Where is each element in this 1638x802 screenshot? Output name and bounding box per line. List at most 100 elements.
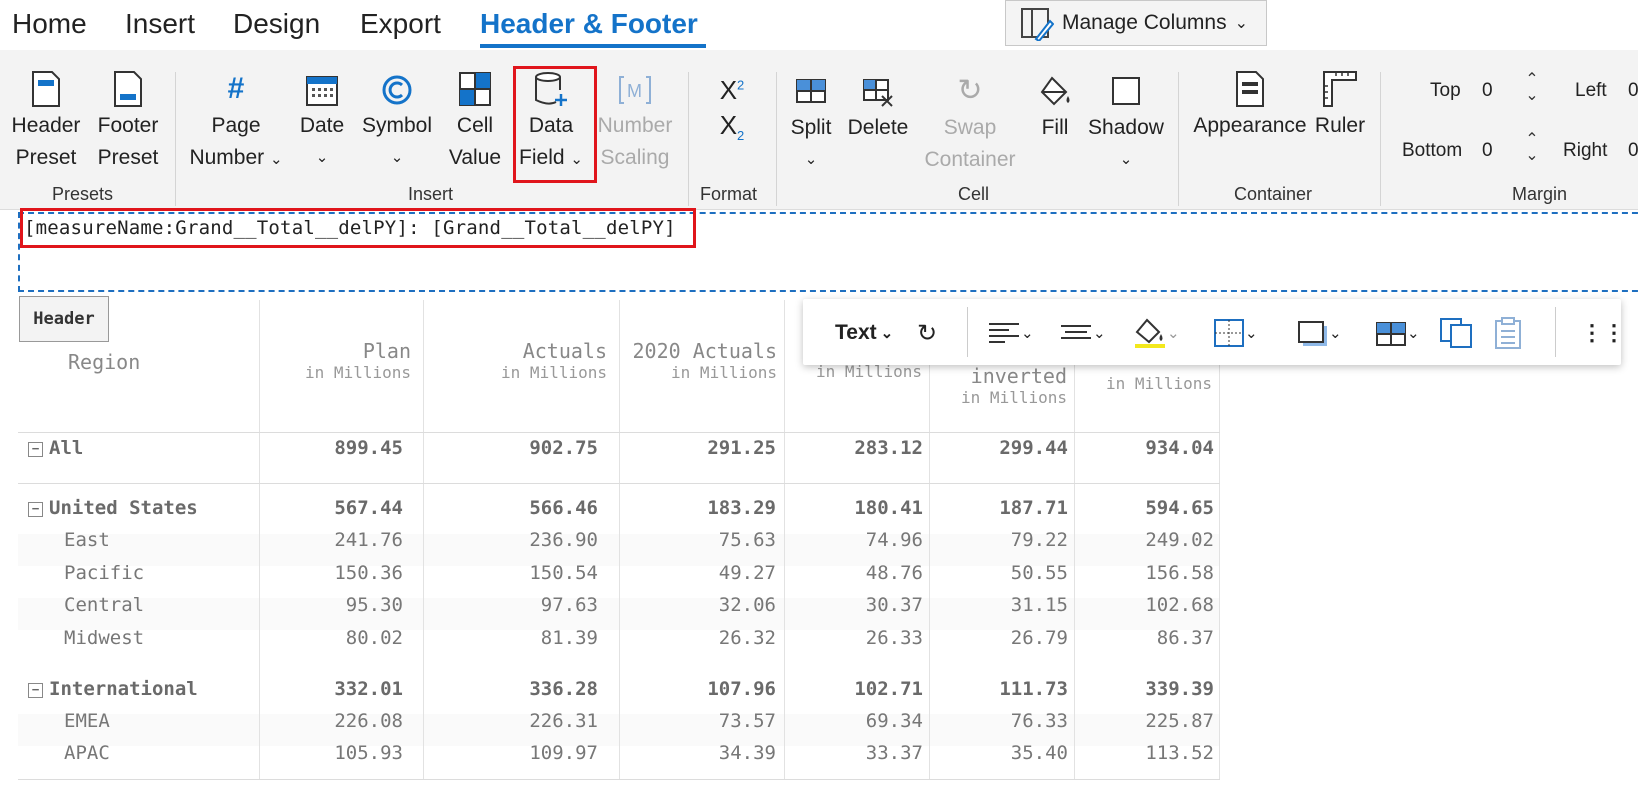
copy-button[interactable] <box>1439 317 1473 349</box>
column-header-inverted[interactable]: inverted in Millions <box>933 364 1067 407</box>
paste-button[interactable] <box>1493 317 1523 349</box>
number-scaling-line2: Scaling <box>600 146 670 169</box>
appearance-button[interactable]: Appearance <box>1190 70 1310 142</box>
row-label: East <box>64 529 110 551</box>
column-divider <box>259 300 260 780</box>
group-label-insert: Insert <box>408 184 454 204</box>
column-divider <box>423 300 424 780</box>
margin-left-input[interactable]: 0 <box>1628 80 1638 102</box>
subscript-button[interactable]: X2 <box>712 108 752 153</box>
fill-button[interactable]: Fill <box>1030 72 1080 144</box>
shadow-dropdown[interactable]: ⌄ <box>1297 317 1342 349</box>
tab-export[interactable]: Export <box>360 8 441 40</box>
tab-home[interactable]: Home <box>12 8 87 40</box>
collapse-icon[interactable]: − <box>28 502 43 517</box>
table-cell: 934.04 <box>1145 437 1214 459</box>
shadow-button[interactable]: Shadow ⌄ <box>1084 72 1168 176</box>
page-number-button[interactable]: # Page Number ⌄ <box>186 70 286 176</box>
split-icon <box>1376 322 1406 346</box>
column-divider <box>1219 300 1220 780</box>
tab-insert[interactable]: Insert <box>125 8 195 40</box>
clipboard-icon <box>1495 317 1521 349</box>
data-table: Region Plan in Millions Actuals in Million… <box>18 300 1220 780</box>
margin-bottom-input[interactable]: 0 <box>1482 140 1493 162</box>
chevron-down-icon: ⌄ <box>1167 325 1180 342</box>
column-header-2020-actuals[interactable]: 2020 Actuals in Millions <box>623 339 778 382</box>
text-type-dropdown[interactable]: Text ⌄ <box>835 317 893 349</box>
drag-handle-icon[interactable]: ⋮⋮ <box>1581 317 1625 349</box>
table-cell: 183.29 <box>707 497 776 519</box>
refresh-icon[interactable]: ↻ <box>917 317 937 349</box>
region-header: Region <box>68 350 141 374</box>
align-left-dropdown[interactable]: ⌄ <box>987 317 1034 349</box>
superscript-button[interactable]: X2 <box>712 68 752 107</box>
collapse-icon[interactable]: − <box>28 683 43 698</box>
table-cell: 35.40 <box>1010 742 1068 764</box>
table-cell: 86.37 <box>1156 627 1214 649</box>
row-label-text: Midwest <box>64 627 145 649</box>
margin-right-input[interactable]: 0 <box>1628 140 1638 162</box>
cell-value-button[interactable]: Cell Value <box>442 70 508 174</box>
chevron-down-icon: ⌄ <box>804 151 818 168</box>
header-tag: Header <box>19 296 109 342</box>
manage-columns-button[interactable]: Manage Columns ⌄ <box>1005 0 1267 46</box>
row-label: − International <box>28 678 198 700</box>
chevron-up-icon[interactable]: ⌃ <box>1522 72 1542 88</box>
table-cell: 32.06 <box>718 594 776 616</box>
symbol-button[interactable]: Symbol ⌄ <box>356 70 438 174</box>
ribbon-separator <box>1178 72 1179 206</box>
header-divider <box>18 432 1220 433</box>
tab-design[interactable]: Design <box>233 8 320 40</box>
cell-value-line2: Value <box>448 146 502 169</box>
margin-top-stepper[interactable]: ⌃ ⌄ <box>1522 72 1542 104</box>
chevron-down-icon: ⌄ <box>390 149 404 166</box>
chevron-down-icon: ⌄ <box>1021 325 1034 342</box>
column-header-plan[interactable]: Plan in Millions <box>263 339 411 382</box>
ruler-button[interactable]: Ruler <box>1312 70 1368 142</box>
split-dropdown[interactable]: ⌄ <box>1375 317 1420 349</box>
cell-value-icon <box>459 72 491 106</box>
table-cell: 566.46 <box>529 497 598 519</box>
column-header-actuals[interactable]: Actuals in Millions <box>427 339 607 382</box>
paint-bucket-icon <box>1040 76 1070 106</box>
table-cell: 109.97 <box>529 742 598 764</box>
swap-container-button[interactable]: ↻ Swap Container <box>920 72 1020 176</box>
subscript-icon: X2 <box>719 110 745 144</box>
manage-columns-label: Manage Columns <box>1062 11 1227 34</box>
tab-header-footer[interactable]: Header & Footer <box>480 8 698 40</box>
header-preset-icon <box>32 71 60 107</box>
table-cell: 49.27 <box>718 562 776 584</box>
table-cell: 226.08 <box>334 710 403 732</box>
cell-value-line1: Cell <box>456 114 494 137</box>
header-preset-button[interactable]: Header Preset <box>6 70 86 174</box>
chevron-down-icon: ⌄ <box>1119 151 1133 168</box>
date-button[interactable]: Date ⌄ <box>296 70 348 174</box>
chevron-down-icon[interactable]: ⌄ <box>1522 88 1542 104</box>
number-scaling-line1: Number <box>597 114 673 137</box>
table-cell: 102.68 <box>1145 594 1214 616</box>
table-cell: 150.36 <box>334 562 403 584</box>
number-scaling-button[interactable]: M Number Scaling <box>594 70 676 174</box>
fill-label: Fill <box>1041 116 1069 139</box>
active-tab-indicator <box>480 44 706 48</box>
chevron-down-icon: ⌄ <box>880 325 894 342</box>
row-label-text: United States <box>49 497 198 519</box>
table-cell: 26.33 <box>865 627 923 649</box>
align-center-dropdown[interactable]: ⌄ <box>1059 317 1106 349</box>
row-label: EMEA <box>64 710 110 732</box>
borders-dropdown[interactable]: ⌄ <box>1213 317 1258 349</box>
split-button[interactable]: Split ⌄ <box>786 72 836 176</box>
margin-bottom-stepper[interactable]: ⌃ ⌄ <box>1522 132 1542 164</box>
chevron-up-icon[interactable]: ⌃ <box>1522 132 1542 148</box>
collapse-icon[interactable]: − <box>28 442 43 457</box>
shadow-icon <box>1298 321 1327 346</box>
toolbar-separator <box>967 307 968 357</box>
ribbon-separator <box>688 72 689 206</box>
margin-top-input[interactable]: 0 <box>1482 80 1493 102</box>
column-header-6[interactable]: in Millions <box>1078 374 1212 393</box>
footer-preset-button[interactable]: Footer Preset <box>92 70 164 174</box>
delete-cell-button[interactable]: Delete <box>844 72 912 144</box>
fill-color-dropdown[interactable]: ⌄ <box>1133 317 1180 349</box>
row-label: APAC <box>64 742 110 764</box>
chevron-down-icon[interactable]: ⌄ <box>1522 148 1542 164</box>
